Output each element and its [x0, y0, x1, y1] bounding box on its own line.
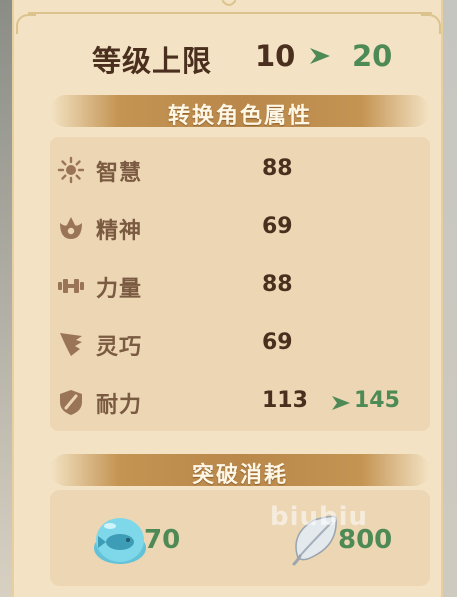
attribute-row-agility: 灵巧 69	[50, 323, 430, 363]
attribute-name: 力量	[96, 277, 143, 302]
attribute-row-spirit: 精神 69	[50, 207, 430, 247]
arrow-right-icon	[332, 396, 350, 410]
background-right	[441, 0, 457, 597]
level-cap-label: 等级上限	[92, 44, 213, 78]
level-cap-next: 20	[352, 39, 393, 73]
attribute-value: 69	[262, 214, 293, 239]
cost-section-header: 突破消耗	[50, 454, 430, 488]
attribute-value: 113	[262, 388, 308, 413]
attribute-value: 69	[262, 330, 293, 355]
attribute-row-endurance: 耐力 113 145	[50, 381, 430, 421]
attribute-new-value: 145	[354, 388, 400, 413]
cost-section-title: 突破消耗	[191, 463, 288, 488]
top-ornament-icon	[222, 0, 236, 6]
spirit-icon	[60, 217, 82, 239]
level-cap-current: 10	[255, 39, 296, 73]
attributes-section-title: 转换角色属性	[167, 104, 312, 129]
level-cap-row: 等级上限 10 20	[0, 30, 457, 80]
wisdom-icon	[57, 156, 85, 184]
attribute-value: 88	[262, 272, 293, 297]
cost-amount: 70	[144, 525, 181, 555]
attribute-value: 88	[262, 156, 293, 181]
arrow-right-icon	[310, 48, 330, 64]
attributes-section-header: 转换角色属性	[50, 95, 430, 129]
watermark-text: biubiu	[270, 502, 369, 532]
attribute-name: 智慧	[96, 161, 143, 186]
attribute-name: 灵巧	[96, 335, 143, 360]
attribute-row-strength: 力量 88	[50, 265, 430, 305]
attribute-name: 耐力	[96, 393, 143, 418]
attribute-name: 精神	[96, 219, 143, 244]
fish-jelly-icon	[94, 518, 146, 564]
attribute-row-wisdom: 智慧 88	[50, 149, 430, 189]
agility-icon	[60, 333, 82, 356]
attributes-list: 智慧 88 精神 69 力量 88 灵巧 69 耐力 113 145	[50, 137, 430, 431]
endurance-icon	[60, 390, 82, 415]
strength-icon	[58, 279, 84, 293]
